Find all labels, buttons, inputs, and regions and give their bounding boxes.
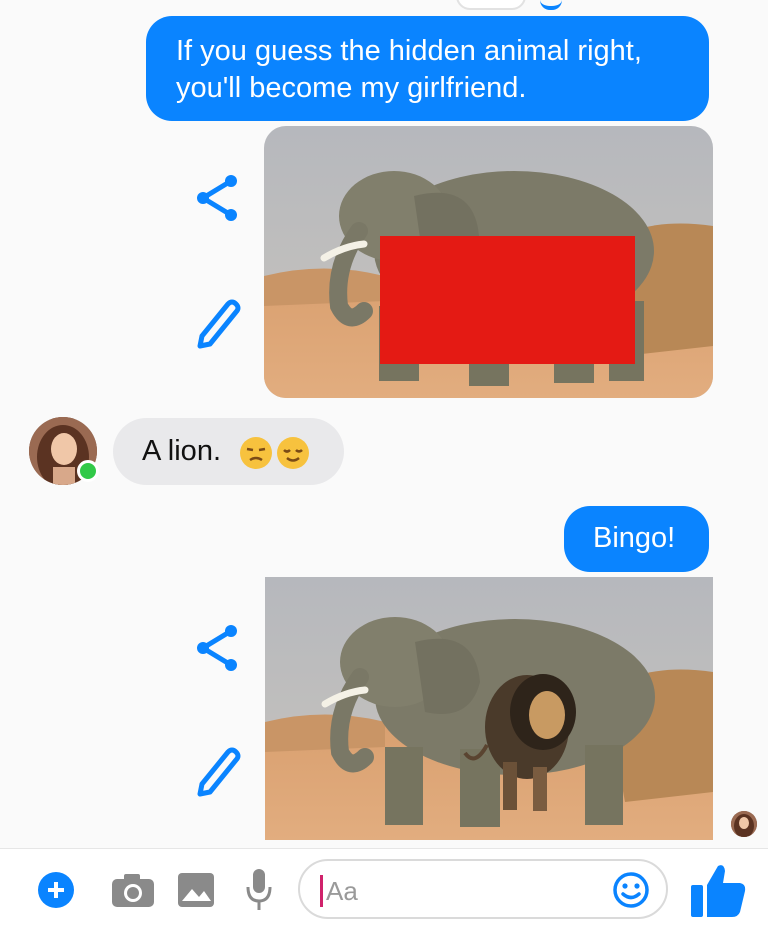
incoming-message-bubble[interactable]: A lion. (113, 418, 344, 485)
microphone-icon[interactable] (244, 867, 274, 918)
outgoing-message-bubble[interactable]: If you guess the hidden animal right, yo… (146, 16, 709, 121)
unamused-face-emoji (240, 437, 272, 469)
text-cursor (320, 875, 323, 907)
message-text: If you guess the hidden animal right, yo… (176, 35, 642, 104)
composer-bar: Aa (0, 848, 768, 930)
input-placeholder: Aa (326, 876, 358, 906)
message-text: Bingo! (593, 522, 676, 554)
camera-icon[interactable] (110, 871, 156, 914)
edit-pencil-icon[interactable] (192, 744, 244, 803)
emoji-icon[interactable] (612, 871, 650, 914)
thumbs-up-icon[interactable] (688, 863, 748, 924)
top-cutoff-icon (540, 0, 562, 10)
share-icon[interactable] (194, 172, 242, 229)
edit-pencil-icon[interactable] (192, 296, 244, 355)
outgoing-message-bubble[interactable]: Bingo! (564, 506, 709, 572)
read-receipt-avatar (731, 811, 757, 837)
elephant-lion-photo[interactable] (265, 577, 713, 840)
gallery-icon[interactable] (176, 871, 216, 914)
elephant-censored-photo[interactable] (264, 126, 713, 398)
message-text: A lion. (142, 435, 221, 467)
message-input[interactable]: Aa (298, 859, 668, 919)
top-cutoff-element (456, 0, 526, 10)
share-icon[interactable] (194, 622, 242, 679)
relieved-face-emoji (277, 437, 309, 469)
online-status-dot (77, 460, 99, 482)
plus-icon[interactable] (38, 872, 74, 908)
